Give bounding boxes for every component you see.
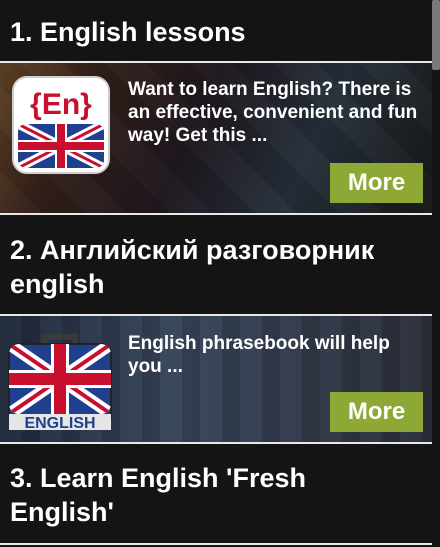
app-title-3[interactable]: 3. Learn English 'Fresh English' — [0, 461, 432, 529]
en-flag-icon: {En} — [12, 76, 110, 179]
more-button-2[interactable]: More — [330, 392, 423, 432]
divider — [0, 213, 432, 215]
svg-text:{En}: {En} — [30, 88, 92, 121]
divider — [0, 543, 432, 545]
app-title-1[interactable]: 1. English lessons — [0, 15, 432, 49]
app-title-text: 3. Learn English 'Fresh — [10, 463, 306, 493]
app-description-2: English phrasebook will help you ... — [128, 333, 390, 377]
app-title-text: english — [10, 269, 105, 299]
scrollbar[interactable] — [432, 0, 440, 70]
english-suitcase-icon: ENGLISH — [6, 324, 114, 439]
app-title-text: 1. English lessons — [10, 17, 246, 47]
svg-text:ENGLISH: ENGLISH — [24, 415, 95, 432]
divider — [0, 442, 432, 444]
app-card-1[interactable]: {En} Want to learn English? There is an … — [0, 63, 432, 213]
app-description-1: Want to learn English? There is an effec… — [128, 79, 418, 146]
app-title-text: English' — [10, 497, 114, 527]
app-title-text: 2. Английский разговорник — [10, 235, 375, 265]
app-title-2[interactable]: 2. Английский разговорник english — [0, 233, 432, 301]
more-button-1[interactable]: More — [330, 163, 423, 203]
app-card-2[interactable]: ENGLISH English phrasebook will help you… — [0, 316, 432, 442]
